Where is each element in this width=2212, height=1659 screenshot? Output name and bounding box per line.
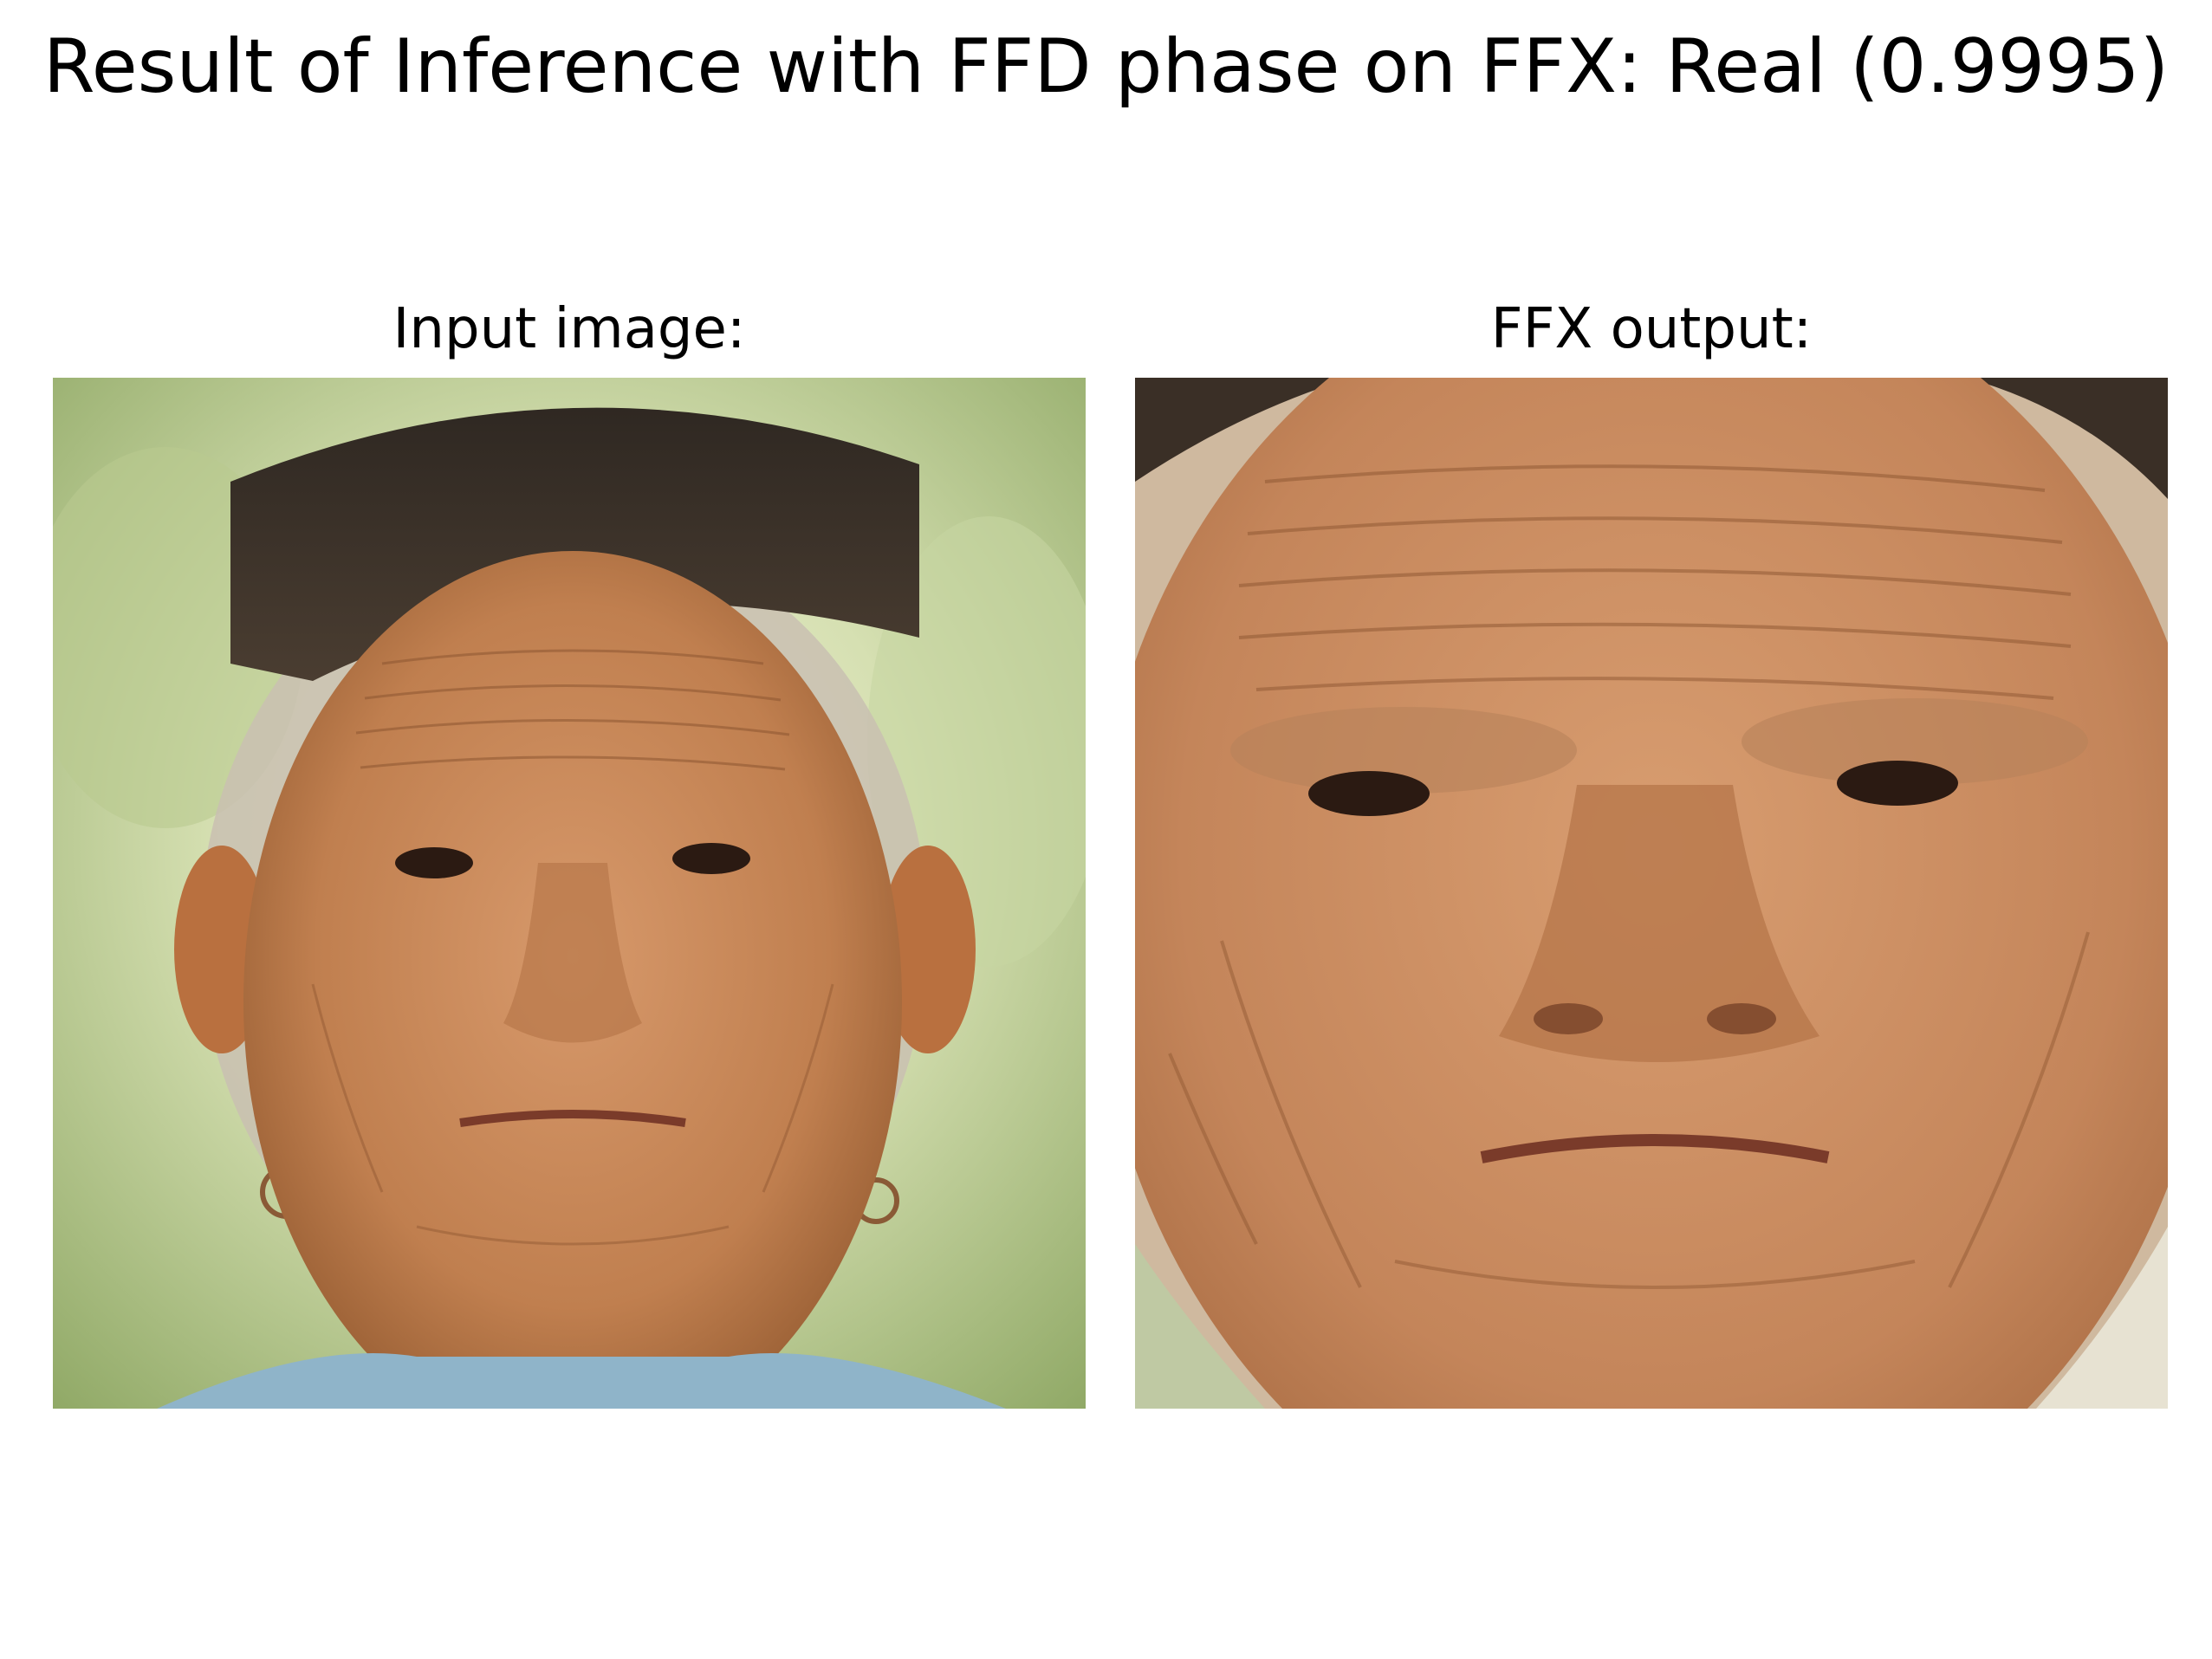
input-image-title: Input image: xyxy=(392,297,746,361)
ffx-output-title: FFX output: xyxy=(1490,297,1813,361)
figure-title: Result of Inference with FFD phase on FF… xyxy=(42,23,2170,110)
input-face-photo xyxy=(53,378,1086,1409)
input-image xyxy=(53,378,1086,1409)
ffx-face-photo xyxy=(1135,378,2168,1409)
ffx-output-image xyxy=(1135,378,2168,1409)
